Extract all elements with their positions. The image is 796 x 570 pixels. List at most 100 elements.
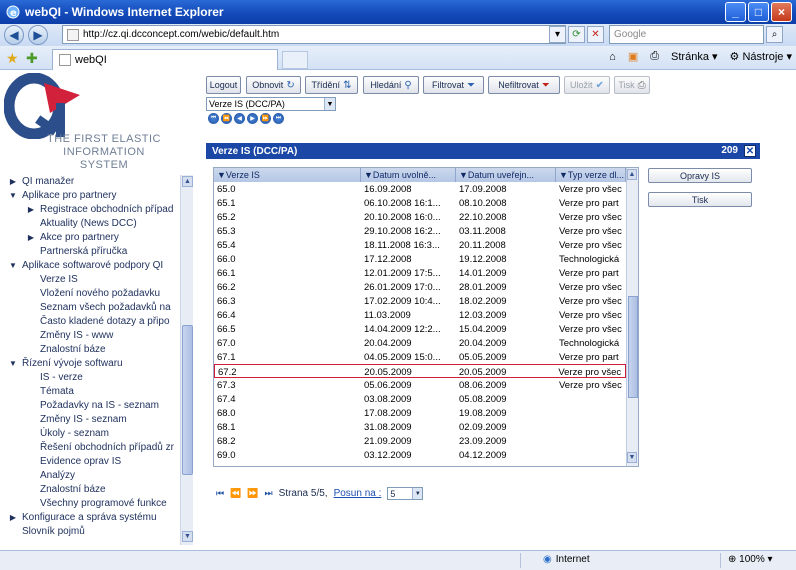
sidebar-item[interactable]: ▶ Registrace obchodních případ bbox=[8, 202, 194, 216]
filter-button[interactable]: Filtrovat ⏷ bbox=[423, 76, 484, 94]
next-record-icon[interactable]: ▶ bbox=[247, 113, 258, 124]
sidebar-item[interactable]: Slovník pojmů bbox=[8, 524, 194, 538]
zoom-control[interactable]: ⊕ 100% ▾ bbox=[728, 554, 773, 565]
add-favorites-icon[interactable]: ✚ bbox=[26, 50, 38, 67]
prev-page-icon[interactable]: ⏪ bbox=[221, 113, 232, 124]
next-page-icon[interactable]: ⏩ bbox=[260, 113, 271, 124]
table-row[interactable]: 69.0 03.12.2009 04.12.2009 bbox=[214, 448, 626, 462]
table-row[interactable]: 65.2 20.10.2008 16:0... 22.10.2008 Verze pr… bbox=[214, 210, 626, 224]
view-select[interactable]: Verze IS (DCC/PA) ▼ bbox=[206, 97, 336, 111]
search-button[interactable]: Hledání ⚲ bbox=[363, 76, 419, 94]
forward-button[interactable]: ▶ bbox=[28, 25, 48, 45]
sidebar-item[interactable]: Partnerská příručka bbox=[8, 244, 194, 258]
sidebar-scrollbar[interactable]: ▲ ▼ bbox=[180, 175, 193, 545]
sidebar-item[interactable]: Řešení obchodních případů zr bbox=[8, 440, 194, 454]
first-record-icon[interactable]: ⏮ bbox=[208, 113, 219, 124]
table-row[interactable]: 68.0 17.08.2009 19.08.2009 bbox=[214, 406, 626, 420]
sidebar-item[interactable]: ▼ Aplikace pro partnery bbox=[8, 188, 194, 202]
sidebar-item[interactable]: Evidence oprav IS bbox=[8, 454, 194, 468]
table-row[interactable]: 66.2 26.01.2009 17:0... 28.01.2009 Verze pr… bbox=[214, 280, 626, 294]
page-select[interactable]: 5 ▼ bbox=[387, 487, 424, 500]
sidebar-item[interactable]: ▶ Akce pro partnery bbox=[8, 230, 194, 244]
address-field[interactable]: http://cz.qi.dcconcept.com/webic/default… bbox=[62, 25, 566, 44]
column-header-publish-date[interactable]: ▼ Datum uveřejn... bbox=[456, 168, 556, 182]
security-zone[interactable]: ◉ Internet bbox=[543, 554, 590, 565]
table-row[interactable]: 67.0 20.04.2009 20.04.2009 Technologická bbox=[214, 336, 626, 350]
last-record-icon[interactable]: ⏭ bbox=[273, 113, 284, 124]
prev-page-icon[interactable]: ⏪ bbox=[230, 488, 241, 499]
first-page-icon[interactable]: ⏮ bbox=[216, 488, 224, 499]
save-button[interactable]: Uložit ✔ bbox=[564, 76, 610, 94]
favorites-star-icon[interactable]: ★ bbox=[6, 50, 19, 67]
print-button[interactable]: Tisk ⎙ bbox=[614, 76, 650, 94]
next-page-icon[interactable]: ⏩ bbox=[247, 488, 258, 499]
sidebar-item[interactable]: Často kladené dotazy a připo bbox=[8, 314, 194, 328]
search-input[interactable]: Google bbox=[609, 25, 764, 44]
tools-menu[interactable]: ⚙ Nástroje ▾ bbox=[730, 50, 792, 63]
table-row[interactable]: 67.3 05.06.2009 08.06.2009 Verze pro všec bbox=[214, 378, 626, 392]
fixes-button[interactable]: Opravy IS bbox=[648, 168, 752, 183]
table-row[interactable]: 66.1 12.01.2009 17:5... 14.01.2009 Verze pr… bbox=[214, 266, 626, 280]
sidebar-scroll-thumb[interactable] bbox=[182, 325, 193, 475]
page-menu[interactable]: Stránka ▾ bbox=[671, 50, 718, 63]
refresh-button[interactable]: Obnovit ↻ bbox=[246, 76, 301, 94]
scroll-down-icon[interactable]: ▼ bbox=[182, 531, 193, 542]
minimize-button[interactable]: _ bbox=[725, 2, 746, 22]
table-row[interactable]: 68.2 21.09.2009 23.09.2009 bbox=[214, 434, 626, 448]
sidebar-item[interactable]: Seznam všech požadavků na bbox=[8, 300, 194, 314]
close-button[interactable]: × bbox=[771, 2, 792, 22]
sidebar-item[interactable]: Témata bbox=[8, 384, 194, 398]
sidebar-item[interactable]: Znalostní báze bbox=[8, 482, 194, 496]
feeds-icon[interactable]: ▣ bbox=[628, 50, 638, 63]
print-list-button[interactable]: Tisk bbox=[648, 192, 752, 207]
sidebar-item[interactable]: Změny IS - www bbox=[8, 328, 194, 342]
column-header-version[interactable]: ▼ Verze IS bbox=[214, 168, 361, 182]
tab-webqi[interactable]: webQI bbox=[52, 49, 278, 70]
table-row[interactable]: 66.5 14.04.2009 12:2... 15.04.2009 Verze pr… bbox=[214, 322, 626, 336]
sidebar-item[interactable]: Vložení nového požadavku bbox=[8, 286, 194, 300]
scroll-down-icon[interactable]: ▼ bbox=[627, 452, 637, 463]
table-row[interactable]: 66.4 11.03.2009 12.03.2009 Verze pro všec bbox=[214, 308, 626, 322]
last-page-icon[interactable]: ⏭ bbox=[265, 488, 273, 499]
sidebar-item[interactable]: Požadavky na IS - seznam bbox=[8, 398, 194, 412]
goto-page-link[interactable]: Posun na : bbox=[334, 488, 382, 499]
maximize-button[interactable]: □ bbox=[748, 2, 769, 22]
sort-button[interactable]: Třídění ⇅ bbox=[305, 76, 358, 94]
sidebar-item[interactable]: Úkoly - seznam bbox=[8, 426, 194, 440]
scroll-up-icon[interactable]: ▲ bbox=[627, 169, 637, 180]
sidebar-item[interactable]: ▼ Řízení vývoje softwaru bbox=[8, 356, 194, 370]
close-panel-icon[interactable]: ✕ bbox=[744, 145, 756, 157]
table-row[interactable]: 67.4 03.08.2009 05.08.2009 bbox=[214, 392, 626, 406]
print-icon[interactable]: ⎙ bbox=[650, 50, 659, 63]
sidebar-item[interactable]: Analýzy bbox=[8, 468, 194, 482]
grid-scrollbar[interactable]: ▲ ▼ bbox=[626, 168, 638, 466]
table-row[interactable]: 65.0 16.09.2008 17.09.2008 Verze pro všec bbox=[214, 182, 626, 196]
table-row[interactable]: 65.1 06.10.2008 16:1... 08.10.2008 Verze pr… bbox=[214, 196, 626, 210]
sidebar-item[interactable]: ▶ Konfigurace a správa systému bbox=[8, 510, 194, 524]
table-row[interactable]: 67.1 04.05.2009 15:0... 05.05.2009 Verze pr… bbox=[214, 350, 626, 364]
sidebar-item[interactable]: ▼ Aplikace softwarové podpory QI bbox=[8, 258, 194, 272]
back-button[interactable]: ◀ bbox=[4, 25, 24, 45]
table-row[interactable]: 68.1 31.08.2009 02.09.2009 bbox=[214, 420, 626, 434]
column-header-release-date[interactable]: ▼ Datum uvolně... bbox=[361, 168, 456, 182]
search-button[interactable]: ⌕ bbox=[766, 26, 783, 43]
table-row[interactable]: 66.3 17.02.2009 10:4... 18.02.2009 Verze pr… bbox=[214, 294, 626, 308]
column-header-version-type[interactable]: ▼ Typ verze dl... bbox=[556, 168, 626, 182]
refresh-page-button[interactable]: ⟳ bbox=[568, 26, 585, 43]
table-row[interactable]: 66.0 17.12.2008 19.12.2008 Technologická bbox=[214, 252, 626, 266]
sidebar-item[interactable]: Všechny programové funkce bbox=[8, 496, 194, 510]
new-tab-button[interactable] bbox=[282, 51, 308, 69]
logout-button[interactable]: Logout bbox=[206, 76, 241, 94]
unfilter-button[interactable]: Nefiltrovat ⏷ bbox=[488, 76, 560, 94]
sidebar-item[interactable]: Aktuality (News DCC) bbox=[8, 216, 194, 230]
stop-button[interactable]: ✕ bbox=[587, 26, 604, 43]
sidebar-item[interactable]: Verze IS bbox=[8, 272, 194, 286]
sidebar-item[interactable]: Znalostní báze bbox=[8, 342, 194, 356]
table-row[interactable]: 65.3 29.10.2008 16:2... 03.11.2008 Verze pr… bbox=[214, 224, 626, 238]
table-row[interactable]: 65.4 18.11.2008 16:3... 20.11.2008 Verze pr… bbox=[214, 238, 626, 252]
address-dropdown-button[interactable]: ▾ bbox=[549, 26, 566, 43]
scroll-up-icon[interactable]: ▲ bbox=[182, 176, 193, 187]
table-row[interactable]: 67.2 20.05.2009 20.05.2009 Verze pro všec bbox=[214, 364, 626, 378]
home-icon[interactable]: ⌂ bbox=[609, 51, 616, 63]
sidebar-item[interactable]: Změny IS - seznam bbox=[8, 412, 194, 426]
